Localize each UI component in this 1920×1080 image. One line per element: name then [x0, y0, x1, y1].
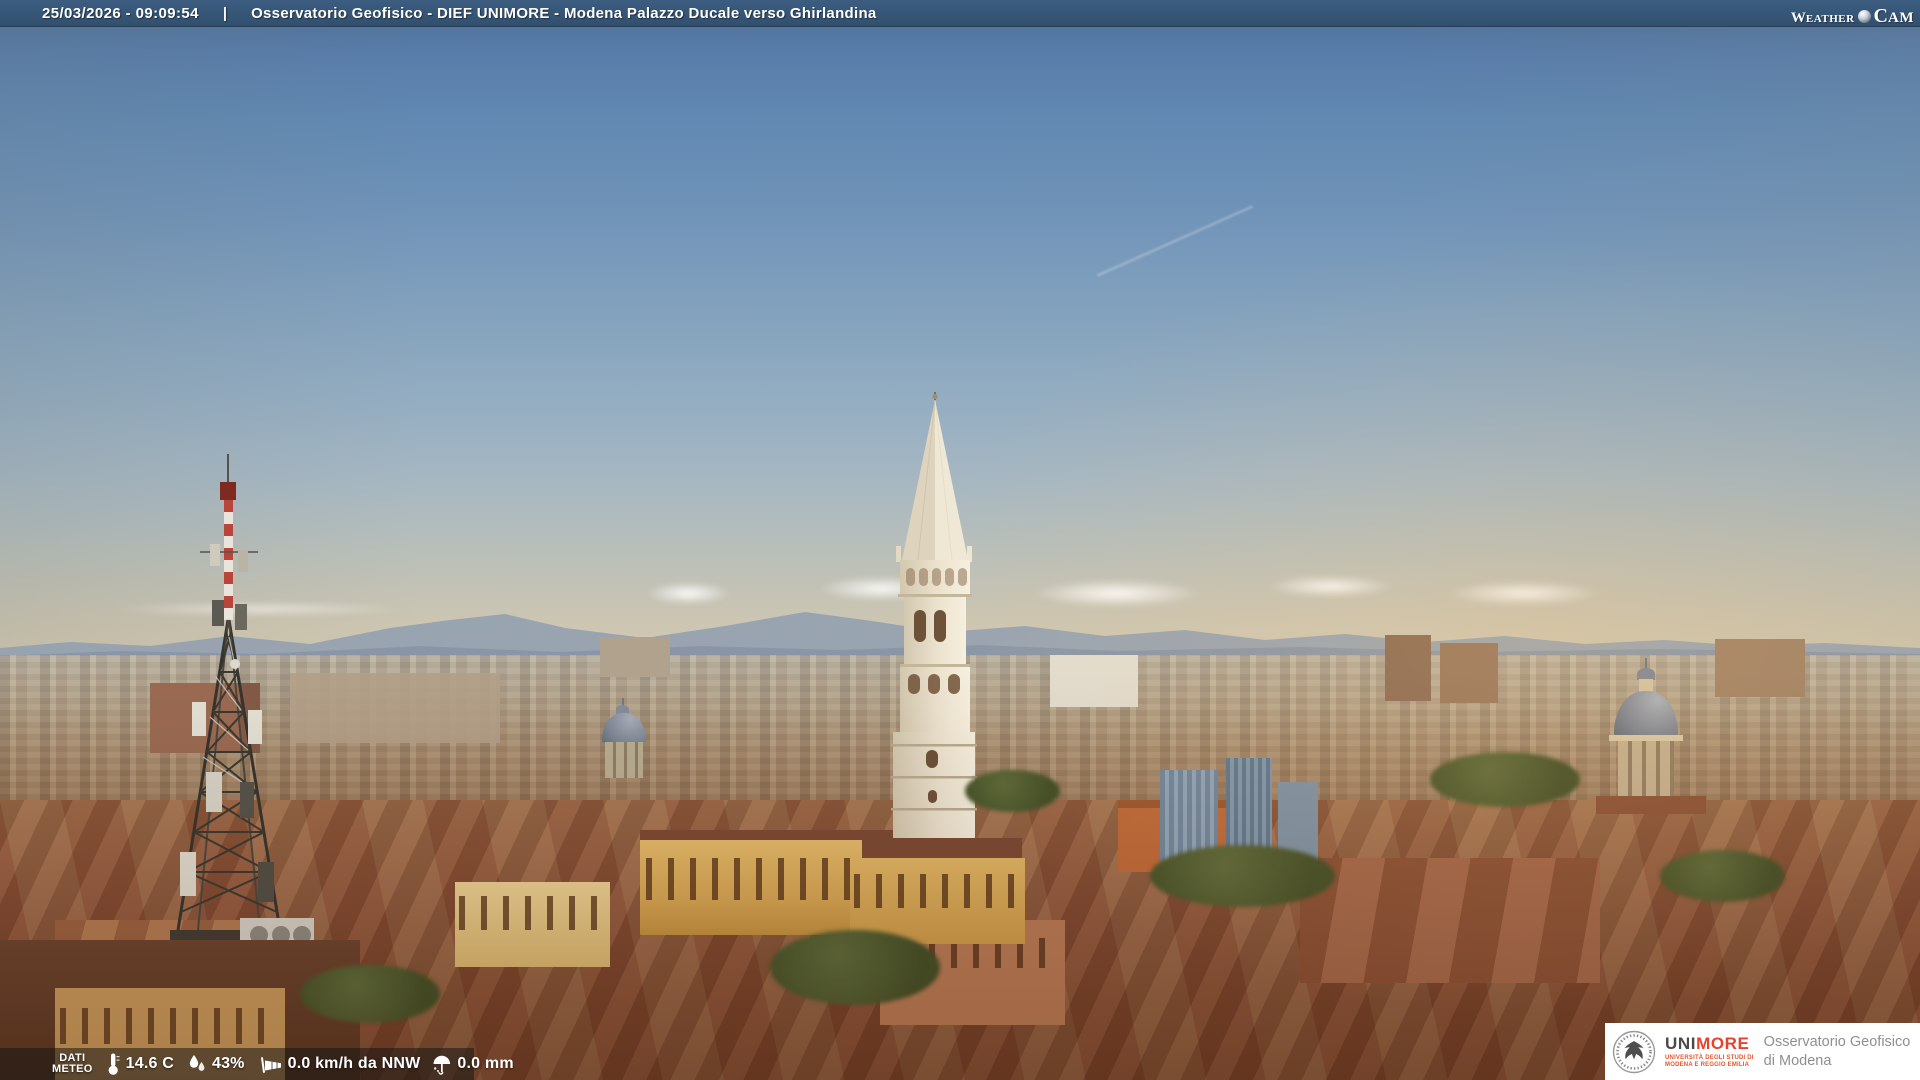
tree-canopy — [1660, 850, 1785, 902]
window-row — [60, 1008, 280, 1044]
temperature-value: 14.6 C — [125, 1055, 174, 1072]
tree-canopy — [965, 770, 1060, 812]
cream-building — [455, 882, 610, 967]
dati-meteo-label: DATI METEO — [52, 1053, 93, 1075]
mid-building — [600, 637, 670, 677]
weathercam-logo[interactable]: W EATHER C AM — [1791, 0, 1914, 27]
unimore-wordmark-block: UNIMORE UNIVERSITÀ DEGLI STUDI DI MODENA… — [1665, 1033, 1754, 1069]
window-row — [854, 874, 1021, 908]
weathercam-logo-text: W — [1790, 10, 1806, 26]
wind-metric: 0.0 km/h da NNW — [259, 1053, 421, 1075]
weathercam-logo-text: C — [1873, 5, 1888, 27]
rain-icon — [433, 1055, 451, 1075]
camera-title: Osservatorio Geofisico - DIEF UNIMORE - … — [251, 4, 877, 22]
datetime-label: 25/03/2026 - 09:09:54 — [42, 4, 199, 22]
status-bar: 25/03/2026 - 09:09:54 | Osservatorio Geo… — [0, 0, 1920, 27]
weather-data-bar: DATI METEO 14.6 C 43% 0.0 km/h da NNW 0.… — [0, 1048, 514, 1080]
humidity-value: 43% — [211, 1055, 245, 1072]
observatory-name-line2: di Modena — [1763, 1052, 1832, 1069]
tree-canopy — [1150, 845, 1335, 907]
observatory-name: Osservatorio Geofisico di Modena — [1764, 1033, 1911, 1071]
wind-value: 0.0 km/h da NNW — [287, 1055, 421, 1072]
temperature-metric: 14.6 C — [105, 1052, 174, 1076]
wind-icon — [260, 1057, 281, 1073]
university-subtitle-line1: UNIVERSITÀ DEGLI STUDI DI — [1665, 1054, 1754, 1061]
window-row — [459, 896, 605, 930]
unimore-logo-box[interactable]: UNIMORE UNIVERSITÀ DEGLI STUDI DI MODENA… — [1605, 1023, 1920, 1080]
dome-drum — [1618, 741, 1674, 803]
rain-value: 0.0 mm — [457, 1055, 514, 1072]
university-subtitle: UNIVERSITÀ DEGLI STUDI DI MODENA E REGGI… — [1665, 1055, 1754, 1069]
webcam-page: 25/03/2026 - 09:09:54 | Osservatorio Geo… — [0, 0, 1920, 1080]
unimore-wordmark: UNIMORE — [1665, 1033, 1754, 1053]
separator: | — [222, 4, 228, 22]
humidity-metric: 43% — [187, 1053, 245, 1075]
dome — [1614, 691, 1678, 737]
tree-canopy — [1430, 752, 1580, 807]
apartment-block — [290, 673, 500, 743]
humidity-icon — [189, 1055, 205, 1071]
dome-drum — [605, 742, 643, 778]
weathercam-logo-text: AM — [1888, 10, 1914, 26]
dome — [602, 713, 646, 743]
weathercam-logo-text: EATHER — [1805, 13, 1855, 25]
unimore-more: MORE — [1696, 1033, 1750, 1053]
tree-canopy — [300, 965, 440, 1023]
roof-strip — [1596, 796, 1706, 814]
high-rise — [1385, 635, 1431, 701]
dati-meteo-line2: METEO — [52, 1063, 93, 1075]
webcam-photo — [0, 0, 1920, 1080]
telecom-mast — [170, 454, 314, 960]
observatory-name-line1: Osservatorio Geofisico — [1763, 1033, 1911, 1050]
university-subtitle-line2: MODENA E REGGIO EMILIA — [1665, 1061, 1750, 1068]
high-rise — [1715, 639, 1805, 697]
thermometer-icon — [108, 1053, 120, 1075]
church-dome-left — [596, 698, 652, 790]
large-roofs — [1300, 858, 1600, 983]
church-dome-right — [1606, 658, 1690, 808]
tree-canopy — [770, 930, 940, 1005]
white-slab-building — [1050, 655, 1138, 707]
high-rise — [1440, 643, 1498, 703]
rain-metric: 0.0 mm — [431, 1053, 514, 1075]
globe-icon — [1857, 9, 1871, 23]
unimore-uni: UNI — [1665, 1033, 1697, 1053]
unimore-seal-icon — [1612, 1030, 1656, 1073]
